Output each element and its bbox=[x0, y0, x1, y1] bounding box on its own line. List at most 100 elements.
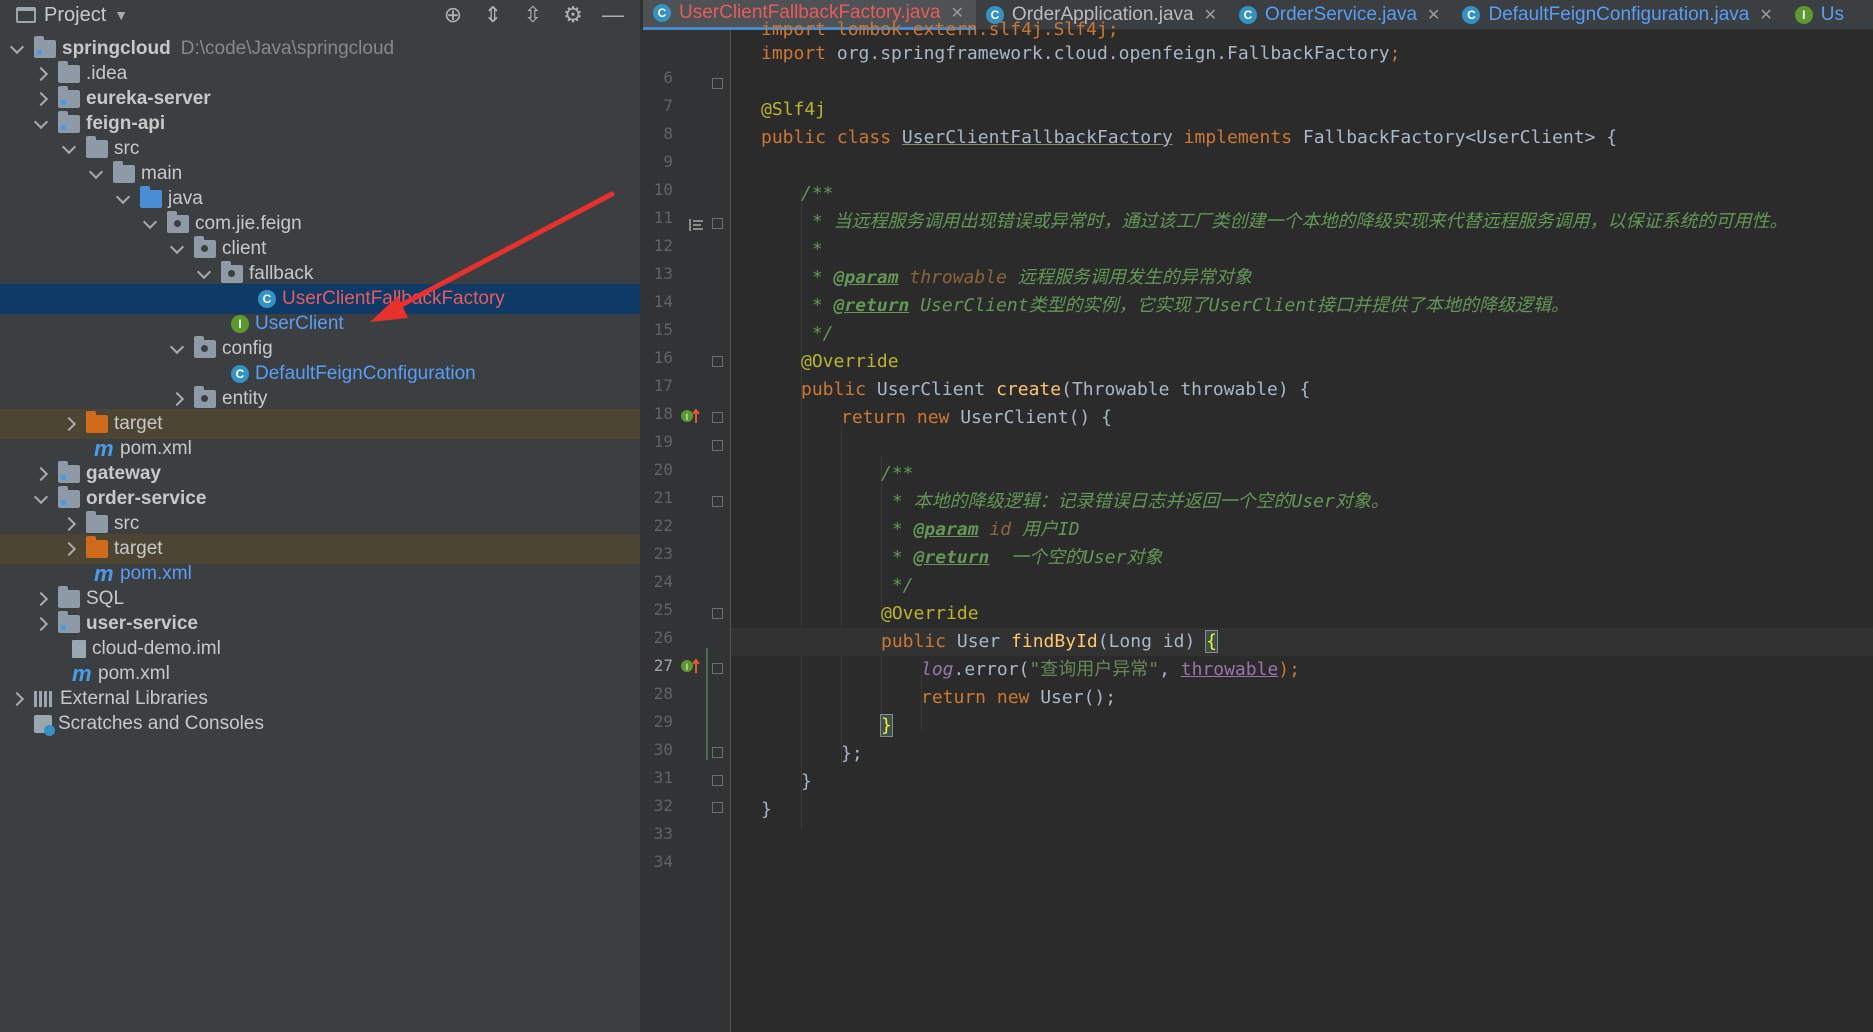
line-number: 28 bbox=[653, 684, 673, 703]
module-folder-icon bbox=[58, 486, 80, 508]
chevron-right-icon[interactable] bbox=[60, 515, 78, 533]
line-number: 10 bbox=[653, 180, 673, 199]
chevron-right-icon[interactable] bbox=[32, 465, 50, 483]
chevron-down-icon[interactable] bbox=[168, 240, 186, 258]
implements-method-icon[interactable]: I bbox=[681, 407, 701, 425]
chevron-down-icon[interactable] bbox=[141, 215, 159, 233]
code-line: /** bbox=[801, 183, 834, 204]
chevron-down-icon[interactable] bbox=[60, 140, 78, 158]
chevron-down-icon[interactable]: ▼ bbox=[114, 7, 128, 23]
collapse-all-icon[interactable]: ⇳ bbox=[520, 2, 546, 28]
render-doc-icon[interactable] bbox=[688, 217, 704, 233]
project-window-icon bbox=[16, 7, 36, 23]
fold-marker-icon[interactable] bbox=[712, 802, 723, 813]
chevron-down-icon[interactable] bbox=[32, 115, 50, 133]
project-panel: Project ▼ ⊕ ⇕ ⇳ ⚙ — springcloud D:\code\… bbox=[0, 0, 640, 1032]
code-line: * @param id 用户ID bbox=[881, 519, 1080, 540]
line-number: 33 bbox=[653, 824, 673, 843]
line-number: 31 bbox=[653, 768, 673, 787]
fold-marker-icon[interactable] bbox=[712, 440, 723, 451]
code-line: */ bbox=[801, 323, 834, 344]
line-number: 32 bbox=[653, 796, 673, 815]
fold-marker-icon[interactable] bbox=[712, 412, 723, 423]
line-number: 16 bbox=[653, 348, 673, 367]
code-line: } bbox=[880, 714, 893, 737]
locate-icon[interactable]: ⊕ bbox=[440, 2, 466, 28]
line-number: 21 bbox=[653, 488, 673, 507]
module-folder-icon bbox=[58, 111, 80, 133]
line-number: 27 bbox=[653, 656, 673, 675]
line-number: 15 bbox=[653, 320, 673, 339]
hide-icon[interactable]: — bbox=[600, 2, 626, 28]
line-number: 9 bbox=[663, 152, 673, 171]
fold-marker-icon[interactable] bbox=[712, 608, 723, 619]
line-number: 14 bbox=[653, 292, 673, 311]
folder-icon bbox=[113, 161, 135, 183]
chevron-right-icon[interactable] bbox=[168, 390, 186, 408]
chevron-down-icon[interactable] bbox=[114, 190, 132, 208]
line-number: 8 bbox=[663, 124, 673, 143]
class-icon: C bbox=[653, 4, 671, 22]
fold-marker-icon[interactable] bbox=[712, 496, 723, 507]
expand-all-icon[interactable]: ⇕ bbox=[480, 2, 506, 28]
line-number: 24 bbox=[653, 572, 673, 591]
fold-marker-icon[interactable] bbox=[712, 356, 723, 367]
fold-marker-icon[interactable] bbox=[712, 663, 723, 674]
chevron-right-icon[interactable] bbox=[60, 540, 78, 558]
package-icon bbox=[194, 336, 216, 358]
folder-icon bbox=[86, 511, 108, 533]
chevron-right-icon[interactable] bbox=[32, 615, 50, 633]
chevron-down-icon[interactable] bbox=[8, 40, 26, 58]
chevron-down-icon[interactable] bbox=[32, 490, 50, 508]
line-number: 26 bbox=[653, 628, 673, 647]
line-number: 6 bbox=[663, 68, 673, 87]
code-line: * 当远程服务调用出现错误或异常时，通过该工厂类创建一个本地的降级实现来代替远程… bbox=[801, 211, 1788, 232]
source-folder-icon bbox=[140, 186, 162, 208]
chevron-down-icon[interactable] bbox=[195, 265, 213, 283]
code-line: } bbox=[761, 799, 772, 820]
change-marker bbox=[706, 648, 708, 760]
project-panel-header: Project ▼ ⊕ ⇕ ⇳ ⚙ — bbox=[0, 0, 640, 30]
code-line: * @return 一个空的User对象 bbox=[881, 547, 1163, 568]
folder-icon bbox=[86, 136, 108, 158]
chevron-right-icon[interactable] bbox=[8, 690, 26, 708]
line-number: 17 bbox=[653, 376, 673, 395]
chevron-right-icon[interactable] bbox=[32, 90, 50, 108]
chevron-down-icon[interactable] bbox=[168, 340, 186, 358]
fold-marker-icon[interactable] bbox=[712, 775, 723, 786]
folder-icon bbox=[58, 61, 80, 83]
line-number: 29 bbox=[653, 712, 673, 731]
chevron-right-icon[interactable] bbox=[60, 415, 78, 433]
implements-method-icon[interactable]: I bbox=[681, 657, 701, 675]
package-icon bbox=[194, 236, 216, 258]
module-folder-icon bbox=[58, 611, 80, 633]
chevron-down-icon[interactable] bbox=[87, 165, 105, 183]
package-icon bbox=[194, 386, 216, 408]
project-view-selector[interactable]: Project bbox=[44, 4, 106, 27]
code-editor: C UserClientFallbackFactory.java ✕ C Ord… bbox=[643, 0, 1873, 1032]
line-number: 20 bbox=[653, 460, 673, 479]
fold-marker-icon[interactable] bbox=[712, 747, 723, 758]
maven-icon: m bbox=[94, 561, 114, 586]
code-area[interactable]: import lombok.extern.slf4j.Slf4j; import… bbox=[731, 19, 1873, 1032]
current-code-line: public User findById(Long id) { bbox=[731, 628, 1873, 656]
tree-item-scratches-and-consoles[interactable]: Scratches and Consoles bbox=[0, 709, 640, 739]
module-folder-icon bbox=[58, 461, 80, 483]
line-number: 30 bbox=[653, 740, 673, 759]
code-line: }; bbox=[841, 743, 863, 764]
code-line: @Slf4j bbox=[761, 99, 827, 120]
svg-text:I: I bbox=[686, 663, 689, 673]
line-number: 19 bbox=[653, 432, 673, 451]
module-folder-icon bbox=[58, 86, 80, 108]
fold-marker-icon[interactable] bbox=[712, 78, 723, 89]
fold-marker-icon[interactable] bbox=[712, 218, 723, 229]
chevron-right-icon[interactable] bbox=[32, 590, 50, 608]
code-line: * 本地的降级逻辑：记录错误日志并返回一个空的User对象。 bbox=[881, 491, 1389, 512]
code-line: /** bbox=[881, 463, 914, 484]
chevron-right-icon[interactable] bbox=[32, 65, 50, 83]
gear-icon[interactable]: ⚙ bbox=[560, 2, 586, 28]
editor-gutter[interactable]: 6 7 8 9 10 11 12 13 14 15 16 17 18 19 20… bbox=[643, 30, 731, 1032]
code-line: public UserClient create(Throwable throw… bbox=[801, 379, 1311, 400]
matched-brace: { bbox=[1205, 630, 1218, 653]
code-line: public class UserClientFallbackFactory i… bbox=[761, 127, 1618, 148]
